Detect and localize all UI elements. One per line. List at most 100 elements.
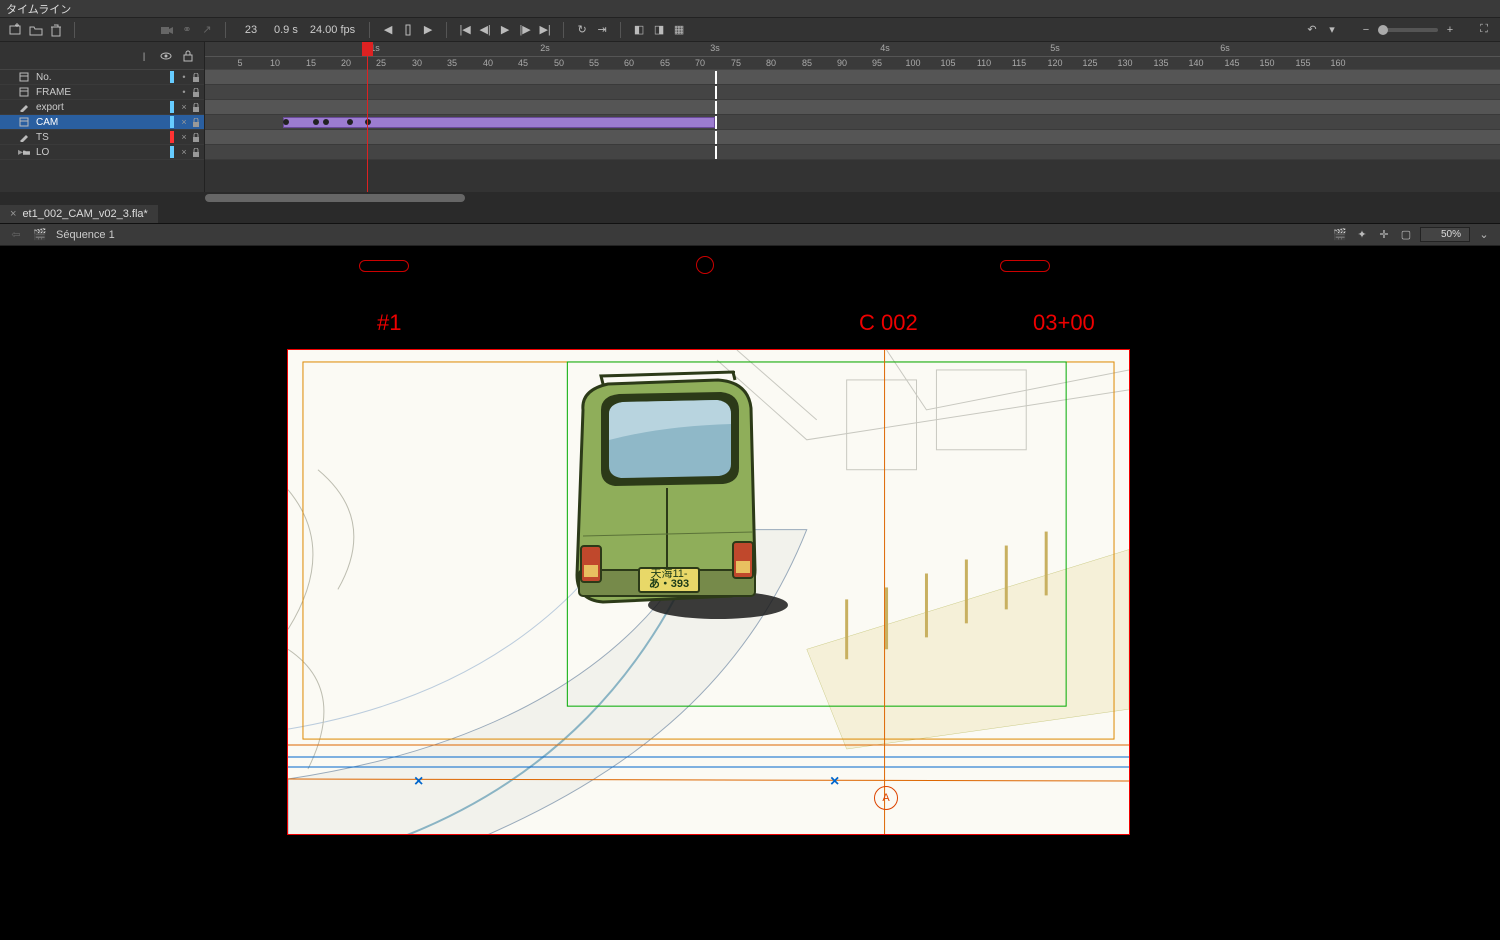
frame-row-lo[interactable]: [205, 145, 1500, 160]
layer-row-ts[interactable]: TS ×: [0, 130, 204, 145]
prev-frame-button[interactable]: ◀|: [477, 22, 493, 38]
clip-stage-button[interactable]: ▢: [1398, 227, 1414, 243]
lock-toggle[interactable]: [192, 118, 200, 126]
next-frame-button[interactable]: |▶: [517, 22, 533, 38]
current-time-field[interactable]: 0.9 s: [270, 24, 302, 36]
add-layer-button[interactable]: [8, 22, 24, 38]
timeline-zoom-slider[interactable]: [1378, 28, 1438, 32]
layer-row-no.[interactable]: No.•: [0, 70, 204, 85]
layer-column-header: |: [0, 42, 204, 70]
timeline-menu-button[interactable]: ▾: [1324, 22, 1340, 38]
undo-timeline-button[interactable]: ↶: [1304, 22, 1320, 38]
layer-color-chip[interactable]: [170, 71, 174, 83]
layer-type-icon: [18, 86, 30, 98]
svg-text:あ・393: あ・393: [649, 577, 689, 590]
frame-row-frame[interactable]: [205, 85, 1500, 100]
playhead[interactable]: [367, 42, 368, 192]
onion-skin-button[interactable]: ◧: [631, 22, 647, 38]
loop-button[interactable]: ↻: [574, 22, 590, 38]
zoom-in-tl-button[interactable]: +: [1442, 22, 1458, 38]
document-tab-label: et1_002_CAM_v02_3.fla*: [22, 208, 147, 220]
visibility-col-icon[interactable]: [158, 48, 174, 64]
lock-toggle[interactable]: [192, 133, 200, 141]
x-marker-1: ×: [414, 773, 423, 791]
timeline-ruler[interactable]: 1s2s3s4s5s6s 510152025303540455055606570…: [205, 42, 1500, 70]
vis-toggle[interactable]: •: [180, 73, 188, 81]
layer-color-chip[interactable]: [170, 116, 174, 128]
layer-row-lo[interactable]: ▸ LO ×: [0, 145, 204, 160]
reg-mark-right: [1000, 260, 1050, 272]
layer-type-icon: [18, 131, 30, 143]
back-button[interactable]: ⇦: [8, 227, 24, 243]
edit-bar: ⇦ 🎬 Séquence 1 🎬 ✦ ✛ ▢ 50% ⌄: [0, 224, 1500, 246]
lock-toggle[interactable]: [192, 103, 200, 111]
edit-multi-button[interactable]: ▦: [671, 22, 687, 38]
center-stage-button[interactable]: ✛: [1376, 227, 1392, 243]
export-icon[interactable]: ↗: [199, 22, 215, 38]
layer-name-label: CAM: [36, 117, 164, 128]
fit-timeline-button[interactable]: ⛶: [1476, 22, 1492, 38]
layer-color-chip[interactable]: [170, 146, 174, 158]
vis-toggle[interactable]: ×: [180, 103, 188, 111]
lock-toggle[interactable]: [192, 88, 200, 96]
lock-toggle[interactable]: [192, 73, 200, 81]
layers-column: | No.• FRAME • export× CAM × TS × ▸ LO ×: [0, 42, 205, 192]
stage-zoom-dropdown[interactable]: ⌄: [1476, 227, 1492, 243]
reg-mark-left: [359, 260, 409, 272]
scene-name[interactable]: Séquence 1: [56, 229, 115, 241]
stage-zoom-field[interactable]: 50%: [1420, 227, 1470, 242]
vis-toggle[interactable]: ×: [180, 148, 188, 156]
go-first-button[interactable]: |◀: [457, 22, 473, 38]
vis-toggle[interactable]: •: [180, 88, 188, 96]
document-tab[interactable]: × et1_002_CAM_v02_3.fla*: [0, 205, 158, 223]
frames-column[interactable]: 1s2s3s4s5s6s 510152025303540455055606570…: [205, 42, 1500, 192]
lock-toggle[interactable]: [192, 148, 200, 156]
link-icon[interactable]: ⚭: [179, 22, 195, 38]
step-back-button[interactable]: ◀: [380, 22, 396, 38]
canvas[interactable]: 天海11- あ・393 × × A: [287, 349, 1130, 835]
go-last-button[interactable]: ▶|: [537, 22, 553, 38]
frame-row-cam[interactable]: [205, 115, 1500, 130]
layer-name-label: FRAME: [36, 87, 164, 98]
scene-icon: 🎬: [32, 227, 48, 243]
frame-row-no.[interactable]: [205, 70, 1500, 85]
layer-row-frame[interactable]: FRAME •: [0, 85, 204, 100]
timeline-body: | No.• FRAME • export× CAM × TS × ▸ LO × 1s2s3s4s…: [0, 42, 1500, 192]
step-fwd-button[interactable]: ▶: [420, 22, 436, 38]
layer-color-chip[interactable]: [170, 101, 174, 113]
layer-row-export[interactable]: export×: [0, 100, 204, 115]
layer-row-cam[interactable]: CAM ×: [0, 115, 204, 130]
onion-outlines-button[interactable]: ◨: [651, 22, 667, 38]
loop-range-button[interactable]: ⇥: [594, 22, 610, 38]
delete-layer-button[interactable]: [48, 22, 64, 38]
reg-mark-center: [696, 256, 714, 274]
stop-button[interactable]: [400, 22, 416, 38]
layer-type-icon: ▸: [18, 146, 30, 158]
vis-toggle[interactable]: ×: [180, 118, 188, 126]
layer-type-icon: [18, 71, 30, 83]
zoom-out-tl-button[interactable]: −: [1358, 22, 1374, 38]
edit-symbol-button[interactable]: ✦: [1354, 227, 1370, 243]
van-graphic: 天海11- あ・393: [553, 370, 788, 630]
stage[interactable]: #1 C 002 03+00: [0, 246, 1500, 940]
layer-color-chip[interactable]: [170, 86, 174, 98]
current-frame-field[interactable]: 23: [236, 24, 266, 36]
layer-name-label: TS: [36, 132, 164, 143]
add-folder-button[interactable]: [28, 22, 44, 38]
vis-toggle[interactable]: ×: [180, 133, 188, 141]
highlight-col-icon[interactable]: |: [136, 48, 152, 64]
timeline-toolbar: ⚭ ↗ 23 0.9 s 24.00 fps ◀ ▶ |◀ ◀| ▶ |▶ ▶|…: [0, 18, 1500, 42]
layer-name-label: LO: [36, 147, 164, 158]
camera-icon[interactable]: [159, 22, 175, 38]
play-button[interactable]: ▶: [497, 22, 513, 38]
lock-col-icon[interactable]: [180, 48, 196, 64]
layer-color-chip[interactable]: [170, 131, 174, 143]
cut-label: C 002: [859, 310, 918, 336]
timeline-h-scrollbar[interactable]: [0, 192, 1500, 204]
edit-scene-button[interactable]: 🎬: [1332, 227, 1348, 243]
tab-close-button[interactable]: ×: [10, 208, 16, 220]
frame-row-ts[interactable]: [205, 130, 1500, 145]
frame-row-export[interactable]: [205, 100, 1500, 115]
fps-field[interactable]: 24.00 fps: [306, 24, 359, 36]
x-marker-2: ×: [830, 773, 839, 791]
